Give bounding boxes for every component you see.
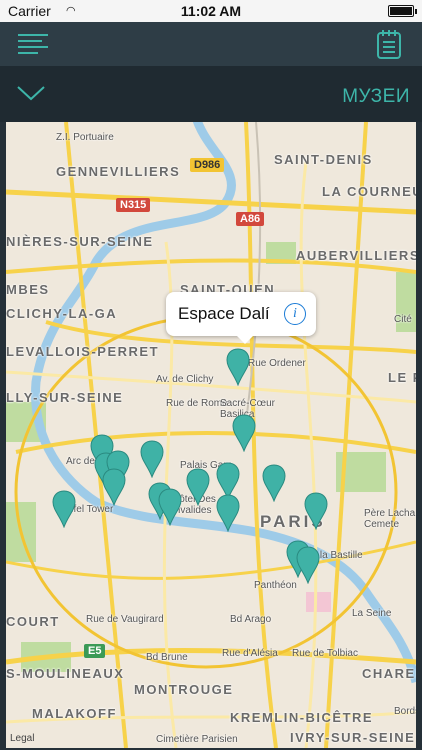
map-label: Rue de Vaugirard [86,614,164,625]
map-label: Cité [394,314,412,325]
map-label: Rue Ordener [248,358,306,369]
map-label: SAINT-DENIS [274,152,373,167]
map-label: NIÈRES-SUR-SEINE [6,234,154,249]
map-label: IVRY-SUR-SEINE [290,730,416,745]
pin-callout[interactable]: Espace Dalí i [166,292,316,344]
map-label: LA COURNEUVE [322,184,416,199]
map-label: Panthéon [254,580,297,591]
museum-pin[interactable] [158,488,182,526]
road-shield: E5 [84,644,106,658]
museum-pin[interactable] [102,468,126,506]
road-shield: A86 [236,212,265,226]
map-label: La Seine [352,608,392,619]
notepad-icon[interactable] [376,28,402,60]
callout-title: Espace Dalí [178,304,270,323]
map-label: AUBERVILLIERS [296,248,416,263]
map-label: MONTROUGE [134,682,234,697]
status-time: 11:02 AM [180,3,242,19]
map-label: S-MOULINEAUX [6,666,125,681]
map-label: MBES [6,282,50,297]
info-icon[interactable]: i [284,303,306,325]
road-shield: N315 [116,198,151,212]
nav-bar [0,22,422,66]
map-label: LEVALLOIS-PERRET [6,344,160,359]
legal-link[interactable]: Legal [10,733,34,744]
map-label: Bords [394,706,416,717]
map-label: LE PR [388,370,416,385]
battery-icon [388,5,417,17]
map-label: CHARENT [362,666,416,681]
museum-pin[interactable] [262,464,286,502]
museum-pin[interactable] [186,468,210,506]
map-label: Rue de Rome [166,398,228,409]
museum-pin[interactable] [52,490,76,528]
chevron-down-icon[interactable] [16,82,46,104]
map-label: Cimetière Parisien [156,734,238,745]
museum-pin[interactable] [296,546,320,584]
map-label: Père Lacha Cemete [364,508,416,530]
map-label: COURT [6,614,60,629]
map-label: Z.I. Portuaire [56,132,114,143]
map-label: Av. de Clichy [156,374,214,385]
map-label: LLY-SUR-SEINE [6,390,124,405]
map-label: CLICHY-LA-GA [6,306,118,321]
map-label: Rue d'Alésia [222,648,278,659]
map-label: GENNEVILLIERS [56,164,181,179]
museum-pin[interactable] [216,494,240,532]
map-label: Bd Brune [146,652,188,663]
map-label: Rue de Tolbiac [292,648,358,659]
road-shield: D986 [190,158,225,172]
map-view[interactable]: Z.I. Portuaire GENNEVILLIERS SAINT-DENIS… [6,122,416,748]
menu-lines-icon[interactable] [18,32,50,56]
museum-pin[interactable] [226,348,250,386]
map-label: Bd Arago [230,614,272,625]
status-bar: Carrier ◠ 11:02 AM [0,0,422,22]
section-title: МУЗЕИ [342,86,410,107]
map-label: MALAKOFF [32,706,117,721]
section-bar: МУЗЕИ [0,66,422,122]
museum-pin[interactable] [232,414,256,452]
museum-pin[interactable] [140,440,164,478]
map-label: KREMLIN-BICÊTRE [230,710,374,725]
museum-pin[interactable] [304,492,328,530]
